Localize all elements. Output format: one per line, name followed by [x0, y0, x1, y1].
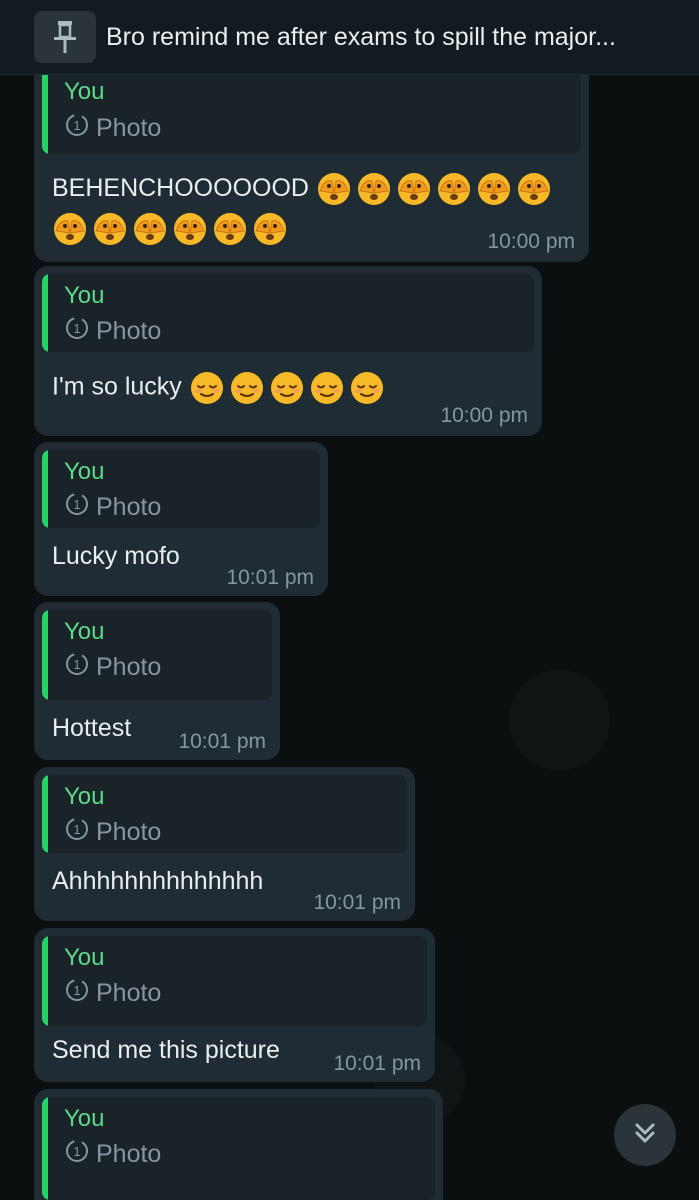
- quote-media-label: Photo: [96, 493, 162, 521]
- view-once-icon: 1: [64, 977, 96, 1010]
- quote-accent-bar: [42, 610, 48, 700]
- face-with-peeking-eye-emoji: [437, 173, 470, 206]
- scroll-to-bottom-button[interactable]: [614, 1104, 676, 1166]
- message-time: 10:01 pm: [226, 566, 314, 589]
- face-with-peeking-eye-emoji: [254, 213, 286, 246]
- face-with-peeking-eye-emoji: [54, 213, 86, 246]
- quote-author: You: [64, 282, 105, 309]
- quote-author: You: [64, 458, 105, 485]
- quote-media-type: 1 Photo: [64, 1138, 161, 1171]
- quote-accent-bar: [42, 1097, 48, 1200]
- quote-accent-bar: [42, 775, 48, 853]
- emoji-relieved-row: [189, 372, 389, 404]
- pinned-message-text: Bro remind me after exams to spill the m…: [106, 22, 616, 51]
- reply-quote[interactable]: You 1 Photo: [42, 450, 320, 528]
- message-bubble[interactable]: You 1 Photo: [34, 1089, 443, 1200]
- message-bubble[interactable]: You 1 Photo Hottest 10:01 pm: [34, 602, 280, 760]
- message-text: I'm so lucky: [52, 370, 534, 406]
- reply-quote[interactable]: You 1 Photo: [42, 274, 534, 352]
- face-with-peeking-eye-emoji: [397, 173, 430, 206]
- quote-media-type: 1 Photo: [64, 112, 161, 145]
- svg-text:1: 1: [73, 321, 80, 336]
- quote-accent-bar: [42, 450, 48, 528]
- quote-author: You: [64, 944, 105, 971]
- svg-text:1: 1: [73, 657, 80, 672]
- quote-media-label: Photo: [96, 317, 162, 345]
- message-time: 10:01 pm: [313, 891, 401, 914]
- face-with-peeking-eye-emoji: [134, 213, 166, 246]
- reply-quote[interactable]: You 1 Photo: [42, 610, 272, 700]
- face-with-peeking-eye-emoji: [517, 173, 550, 206]
- quote-media-type: 1 Photo: [64, 315, 161, 348]
- message-bubble[interactable]: You 1 Photo Send me this picture 10:01 p…: [34, 928, 435, 1082]
- message-bubble[interactable]: You 1 Photo I'm so lucky 10:00 pm: [34, 266, 542, 436]
- face-with-peeking-eye-emoji: [214, 213, 246, 246]
- quote-media-type: 1 Photo: [64, 816, 161, 849]
- message-time: 10:01 pm: [178, 730, 266, 753]
- face-with-peeking-eye-emoji: [94, 213, 126, 246]
- relieved-face-emoji: [270, 372, 303, 404]
- relieved-face-emoji: [310, 372, 343, 404]
- relieved-face-emoji: [230, 372, 263, 404]
- face-with-peeking-eye-emoji: [477, 173, 510, 206]
- view-once-icon: 1: [64, 651, 96, 684]
- quote-media-type: 1 Photo: [64, 977, 161, 1010]
- face-with-peeking-eye-emoji: [357, 173, 390, 206]
- quote-media-label: Photo: [96, 114, 162, 142]
- quote-accent-bar: [42, 936, 48, 1026]
- svg-text:1: 1: [73, 118, 80, 133]
- quote-accent-bar: [42, 274, 48, 352]
- pin-icon: [34, 11, 96, 63]
- double-chevron-down-icon: [630, 1118, 660, 1153]
- reply-quote[interactable]: You 1 Photo: [42, 1097, 435, 1200]
- quote-media-type: 1 Photo: [64, 491, 161, 524]
- message-time: 10:00 pm: [487, 230, 575, 253]
- quote-author: You: [64, 618, 105, 645]
- view-once-icon: 1: [64, 816, 96, 849]
- message-bubble[interactable]: You 1 Photo Lucky mofo 10:01 pm: [34, 442, 328, 596]
- reply-quote[interactable]: You 1 Photo: [42, 775, 407, 853]
- quote-media-label: Photo: [96, 653, 162, 681]
- view-once-icon: 1: [64, 315, 96, 348]
- relieved-face-emoji: [350, 372, 383, 404]
- relieved-face-emoji: [190, 372, 223, 404]
- quote-media-label: Photo: [96, 818, 162, 846]
- quote-author: You: [64, 783, 105, 810]
- quote-media-type: 1 Photo: [64, 651, 161, 684]
- quote-author: You: [64, 1105, 105, 1132]
- face-with-peeking-eye-emoji: [317, 173, 350, 206]
- quote-author: You: [64, 78, 105, 105]
- quote-media-label: Photo: [96, 979, 162, 1007]
- svg-text:1: 1: [73, 497, 80, 512]
- message-text-content: I'm so lucky: [52, 372, 182, 401]
- face-with-peeking-eye-emoji: [174, 213, 206, 246]
- message-text-content: BEHENCHOOOOOOD: [52, 174, 309, 202]
- message-time: 10:00 pm: [440, 404, 528, 427]
- message-bubble[interactable]: You 1 Photo Ahhhhhhhhhhhhhh 10:01 pm: [34, 767, 415, 921]
- quote-media-label: Photo: [96, 1140, 162, 1168]
- svg-text:1: 1: [73, 1144, 80, 1159]
- pinned-message-bar[interactable]: Bro remind me after exams to spill the m…: [0, 0, 699, 75]
- view-once-icon: 1: [64, 491, 96, 524]
- view-once-icon: 1: [64, 112, 96, 145]
- message-time: 10:01 pm: [333, 1052, 421, 1075]
- view-once-icon: 1: [64, 1138, 96, 1171]
- svg-text:1: 1: [73, 983, 80, 998]
- reply-quote[interactable]: You 1 Photo: [42, 936, 427, 1026]
- svg-text:1: 1: [73, 822, 80, 837]
